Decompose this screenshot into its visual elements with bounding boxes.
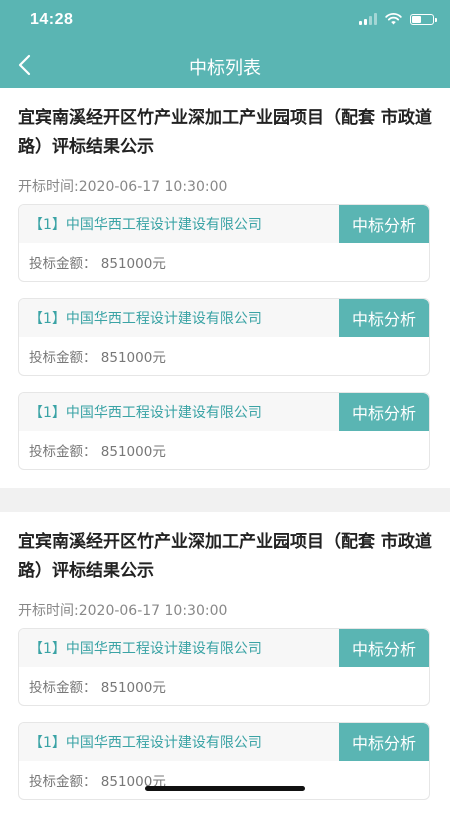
open-time: 开标时间:2020-06-17 10:30:00 [18,603,228,619]
home-indicator [145,786,305,791]
company-name: 【1】中国华西工程设计建设有限公司 [19,308,339,328]
project-title[interactable]: 宜宾南溪经开区竹产业深加工产业园项目（配套 市政道路）评标结果公示 [18,104,432,162]
bid-index: 【1】 [29,735,66,751]
bid-index: 【1】 [29,311,66,327]
status-icons [359,13,437,25]
project-title[interactable]: 宜宾南溪经开区竹产业深加工产业园项目（配套 市政道路）评标结果公示 [18,528,432,586]
wifi-icon [385,13,402,25]
bid-analysis-button[interactable]: 中标分析 [339,299,429,337]
bid-card[interactable]: 【1】中国华西工程设计建设有限公司 中标分析 投标金额： 851000元 [18,204,430,282]
page-title: 中标列表 [189,58,261,78]
bid-card[interactable]: 【1】中国华西工程设计建设有限公司 中标分析 投标金额： 851000元 [18,298,430,376]
company-name: 【1】中国华西工程设计建设有限公司 [19,402,339,422]
bid-card[interactable]: 【1】中国华西工程设计建设有限公司 中标分析 投标金额： 851000元 [18,628,430,706]
bid-card[interactable]: 【1】中国华西工程设计建设有限公司 中标分析 投标金额： 851000元 [18,392,430,470]
company-label: 中国华西工程设计建设有限公司 [65,641,262,657]
bid-analysis-button[interactable]: 中标分析 [339,393,429,431]
cellular-signal-icon [359,13,377,25]
bid-analysis-button[interactable]: 中标分析 [339,723,429,761]
battery-icon [410,13,437,25]
company-name: 【1】中国华西工程设计建设有限公司 [19,732,339,752]
company-label: 中国华西工程设计建设有限公司 [65,405,262,421]
bid-index: 【1】 [29,405,66,421]
bid-index: 【1】 [29,641,66,657]
bid-amount: 投标金额： 851000元 [29,680,166,696]
company-name: 【1】中国华西工程设计建设有限公司 [19,638,339,658]
bid-list: 宜宾南溪经开区竹产业深加工产业园项目（配套 市政道路）评标结果公示 开标时间:2… [0,88,450,834]
bid-amount: 投标金额： 851000元 [29,256,166,272]
bid-analysis-button[interactable]: 中标分析 [339,629,429,667]
bid-amount: 投标金额： 851000元 [29,774,166,790]
company-name: 【1】中国华西工程设计建设有限公司 [19,214,339,234]
section-divider [0,488,450,512]
status-time: 14:28 [30,11,74,28]
top-bar: 14:28 中标列表 [0,0,450,88]
company-label: 中国华西工程设计建设有限公司 [65,735,262,751]
open-time: 开标时间:2020-06-17 10:30:00 [18,179,228,195]
bid-group: 宜宾南溪经开区竹产业深加工产业园项目（配套 市政道路）评标结果公示 开标时间:2… [0,88,450,488]
company-label: 中国华西工程设计建设有限公司 [65,311,262,327]
bid-index: 【1】 [29,217,66,233]
bid-analysis-button[interactable]: 中标分析 [339,205,429,243]
bid-amount: 投标金额： 851000元 [29,350,166,366]
bid-amount: 投标金额： 851000元 [29,444,166,460]
company-label: 中国华西工程设计建设有限公司 [65,217,262,233]
